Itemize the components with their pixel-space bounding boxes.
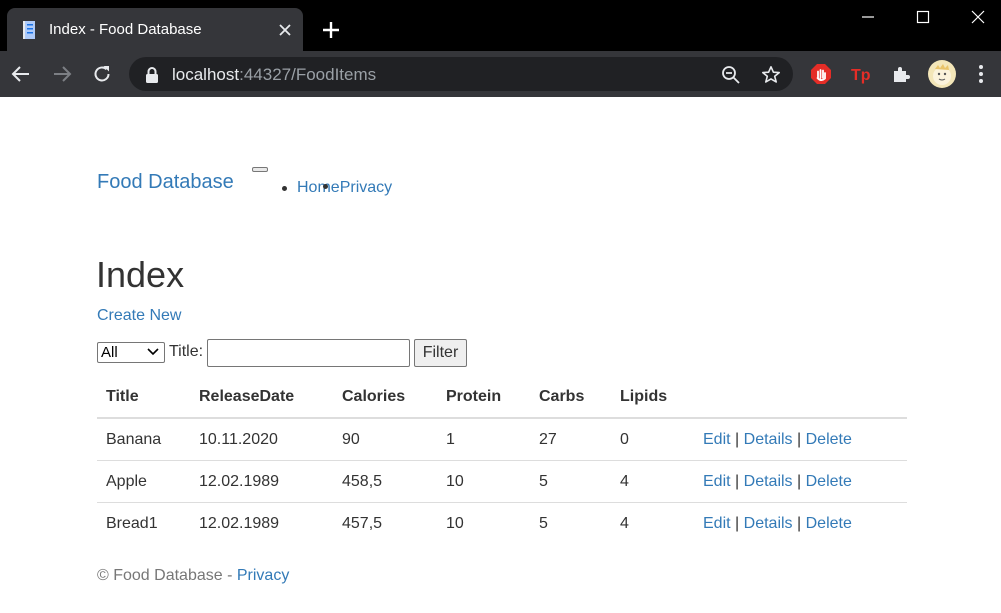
action-separator: | [797,515,802,532]
column-header-calories: Calories [342,388,406,405]
column-header-lipids: Lipids [620,388,668,405]
url-text[interactable]: localhost:44327/FoodItems [172,65,376,85]
bookmark-star-icon[interactable] [761,65,781,85]
close-window-icon [971,10,985,24]
title-filter-input[interactable] [207,339,410,367]
browser-tab[interactable]: Index - Food Database [7,8,303,51]
cell-calories: 458,5 [342,473,383,490]
edit-link[interactable]: Edit [703,473,731,490]
cell-releasedate: 12.02.1989 [199,473,280,490]
table-row: Bread1 12.02.1989 457,5 10 5 4 Edit | De… [97,503,907,544]
delete-link[interactable]: Delete [806,515,852,532]
minimize-button[interactable] [845,0,891,34]
details-link[interactable]: Details [744,473,793,490]
edit-link[interactable]: Edit [703,431,731,448]
footer-copyright: © Food Database - [97,567,237,584]
details-link[interactable]: Details [744,431,793,448]
details-link[interactable]: Details [744,515,793,532]
nav-bullet [282,186,287,191]
cell-calories: 457,5 [342,515,383,532]
action-separator: | [735,431,740,448]
cell-carbs: 27 [539,431,557,448]
cell-releasedate: 10.11.2020 [199,431,278,448]
tp-extension-icon[interactable]: Tp [850,63,872,85]
new-tab-icon[interactable] [320,19,342,41]
edit-link[interactable]: Edit [703,515,731,532]
row-actions: Edit | Details | Delete [703,473,852,491]
back-arrow-icon[interactable] [10,63,32,85]
cell-protein: 10 [446,473,464,490]
action-separator: | [735,473,740,490]
category-select-value: All [101,344,118,361]
table-row: Apple 12.02.1989 458,5 10 5 4 Edit | Det… [97,461,907,503]
title-filter-label: Title: [169,343,204,360]
column-header-title: Title [106,388,139,405]
adblock-extension-icon[interactable] [810,63,832,85]
url-path: :44327/FoodItems [239,65,377,84]
close-tab-icon[interactable] [277,22,293,38]
brand-link[interactable]: Food Database [97,171,234,194]
browser-menu-icon[interactable] [976,63,986,85]
page-favicon-icon [23,21,35,39]
browser-tabstrip: Index - Food Database [0,0,1001,51]
table-header-row: Title ReleaseDate Calories Protein Carbs… [97,377,907,419]
table-row: Banana 10.11.2020 90 1 27 0 Edit | Detai… [97,419,907,461]
filter-button[interactable]: Filter [414,339,467,367]
cell-releasedate: 12.02.1989 [199,515,280,532]
web-page: Food Database HomePrivacy Index Create N… [0,97,1001,613]
zoom-icon[interactable] [721,65,741,85]
cell-lipids: 4 [620,515,629,532]
url-host: localhost [172,65,240,84]
nav-privacy-link[interactable]: Privacy [340,179,392,196]
nav-home-link[interactable]: Home [297,179,340,196]
category-select[interactable]: All [97,342,165,363]
cell-carbs: 5 [539,515,548,532]
lock-icon[interactable] [145,67,159,83]
cell-protein: 10 [446,515,464,532]
close-window-button[interactable] [955,0,1001,34]
column-header-protein: Protein [446,388,502,405]
reload-icon[interactable] [91,63,113,85]
cell-calories: 90 [342,431,360,448]
nav-bullet [323,184,328,189]
action-separator: | [797,431,802,448]
column-header-carbs: Carbs [539,388,585,405]
cell-lipids: 0 [620,431,629,448]
chevron-down-icon [147,348,159,356]
cell-title: Apple [106,473,147,490]
navbar-toggle-button[interactable] [252,167,268,172]
tab-title: Index - Food Database [49,21,202,38]
food-items-table: Title ReleaseDate Calories Protein Carbs… [97,377,907,544]
maximize-button[interactable] [900,0,946,34]
cell-title: Bread1 [106,515,158,532]
forward-arrow-icon[interactable] [51,63,73,85]
svg-text:Tp: Tp [851,67,871,84]
footer-privacy-link[interactable]: Privacy [237,567,289,584]
action-separator: | [735,515,740,532]
extensions-puzzle-icon[interactable] [890,63,912,85]
row-actions: Edit | Details | Delete [703,515,852,533]
page-title: Index [96,254,185,295]
address-bar[interactable]: localhost:44327/FoodItems [129,57,793,91]
cell-protein: 1 [446,431,455,448]
cell-carbs: 5 [539,473,548,490]
avatar-face-icon [933,64,951,85]
maximize-icon [916,10,930,24]
delete-link[interactable]: Delete [806,473,852,490]
cell-lipids: 4 [620,473,629,490]
browser-toolbar: localhost:44327/FoodItems Tp [0,51,1001,97]
create-new-link[interactable]: Create New [97,307,181,325]
column-header-releasedate: ReleaseDate [199,388,295,405]
action-separator: | [797,473,802,490]
delete-link[interactable]: Delete [806,431,852,448]
cell-title: Banana [106,431,162,448]
minimize-icon [862,16,874,18]
page-footer: © Food Database - Privacy [97,567,289,585]
profile-avatar[interactable] [928,60,956,88]
row-actions: Edit | Details | Delete [703,431,852,449]
nav-links: HomePrivacy [297,179,392,197]
